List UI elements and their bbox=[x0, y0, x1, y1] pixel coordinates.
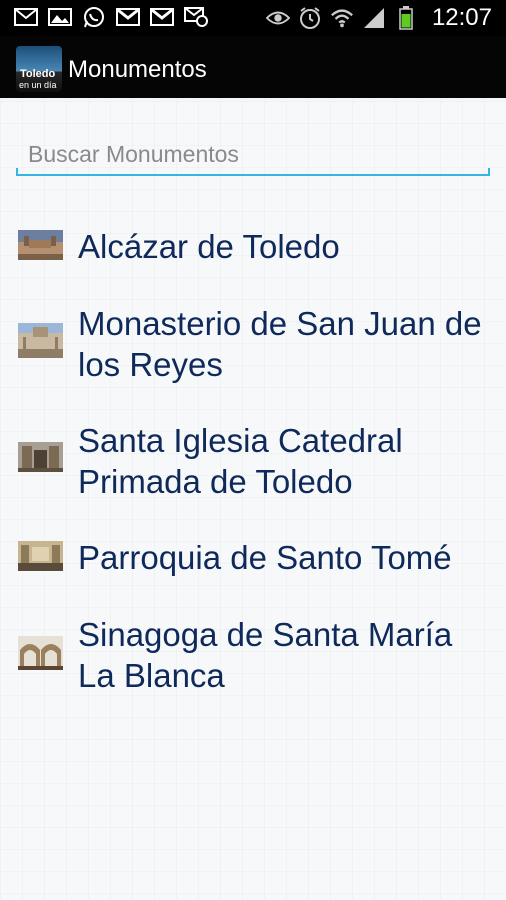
search-underline-tick bbox=[488, 168, 490, 176]
monument-name: Alcázar de Toledo bbox=[78, 228, 340, 265]
wifi-icon bbox=[330, 7, 354, 29]
search-input[interactable] bbox=[16, 132, 490, 176]
system-icons: 12:07 bbox=[265, 4, 492, 32]
monument-name: Sinagoga de Santa María La Blanca bbox=[78, 616, 453, 694]
monument-name: Monasterio de San Juan de los Reyes bbox=[78, 305, 482, 383]
app-logo-subtext: en un día bbox=[19, 80, 57, 90]
monument-thumbnail bbox=[18, 323, 63, 358]
notification-icons bbox=[14, 6, 208, 28]
list-item[interactable]: Sinagoga de Santa María La Blanca bbox=[0, 614, 506, 696]
eye-icon bbox=[265, 7, 290, 29]
image-icon bbox=[48, 6, 72, 28]
whatsapp-icon bbox=[82, 6, 106, 28]
search-underline bbox=[16, 174, 490, 176]
signal-icon bbox=[362, 7, 386, 29]
search-underline-tick bbox=[16, 168, 18, 176]
status-bar: 12:07 bbox=[0, 0, 506, 36]
app-logo[interactable]: Toledo en un día bbox=[16, 46, 62, 92]
monument-name: Santa Iglesia Catedral Primada de Toledo bbox=[78, 422, 403, 500]
list-item[interactable]: Monasterio de San Juan de los Reyes bbox=[0, 303, 506, 385]
app-logo-text: Toledo bbox=[20, 68, 56, 80]
list-item[interactable]: Santa Iglesia Catedral Primada de Toledo bbox=[0, 420, 506, 502]
monument-thumbnail bbox=[18, 636, 63, 670]
list-item[interactable]: Alcázar de Toledo bbox=[0, 226, 506, 268]
gmail-icon bbox=[116, 6, 140, 28]
mail-icon bbox=[14, 6, 38, 28]
page-title: Monumentos bbox=[68, 56, 207, 83]
email-sync-icon bbox=[184, 6, 208, 28]
alarm-icon bbox=[298, 7, 322, 29]
monument-thumbnail bbox=[18, 541, 63, 571]
gmail-icon bbox=[150, 6, 174, 28]
list-item[interactable]: Parroquia de Santo Tomé bbox=[0, 537, 506, 579]
monument-thumbnail bbox=[18, 442, 63, 472]
monument-name: Parroquia de Santo Tomé bbox=[78, 539, 452, 576]
monument-thumbnail bbox=[18, 230, 63, 260]
battery-icon bbox=[394, 6, 418, 30]
status-clock: 12:07 bbox=[431, 4, 492, 31]
